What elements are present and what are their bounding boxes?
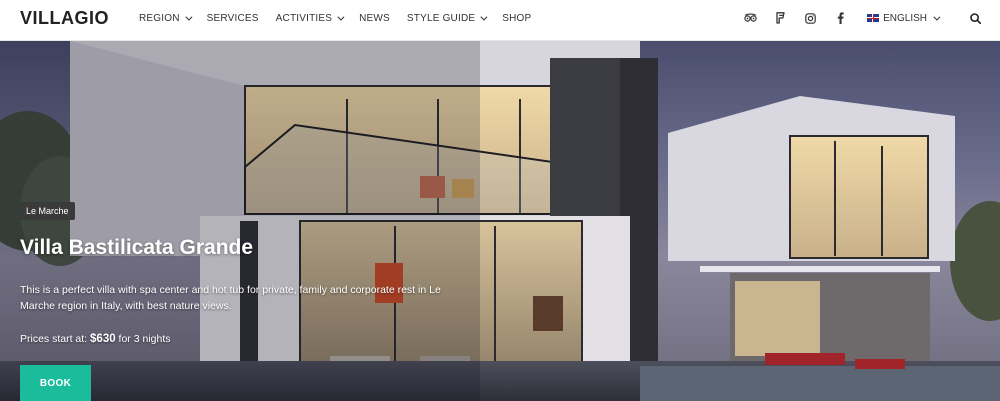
language-label: ENGLISH [883,12,927,24]
menu-item-news[interactable]: NEWS [359,13,390,24]
chevron-down-icon [185,13,193,21]
nav-right-tools: ENGLISH [743,11,982,25]
villa-background-image [0,41,1000,401]
menu-item-region[interactable]: REGION [139,13,193,24]
menu-item-label: SHOP [502,13,532,24]
menu-item-label: REGION [139,13,180,24]
foursquare-icon[interactable] [773,11,787,25]
menu-item-label: ACTIVITIES [275,13,333,24]
top-navbar: VILLAGIO REGION SERVICES ACTIVITIES NEWS… [0,0,1000,41]
main-menu: REGION SERVICES ACTIVITIES NEWS STYLE GU… [139,13,548,24]
instagram-icon[interactable] [803,11,817,25]
menu-item-style-guide[interactable]: STYLE GUIDE [406,13,488,24]
price-suffix: for 3 nights [118,333,171,345]
facebook-icon[interactable] [833,11,847,25]
villa-description: This is a perfect villa with spa center … [20,284,441,312]
search-icon[interactable] [968,11,982,25]
price-label: Prices start at: [20,333,88,345]
price-line: Prices start at: $630 for 3 nights [20,333,171,345]
hero-banner: Le Marche Villa Bastilicata Grande This … [0,41,1000,401]
menu-item-label: NEWS [359,13,390,24]
price-value: $630 [90,333,116,345]
site-logo[interactable]: VILLAGIO [20,8,109,29]
menu-item-activities[interactable]: ACTIVITIES [275,13,345,24]
villa-title: Villa Bastilicata Grande [20,236,254,259]
uk-flag-icon [867,14,880,22]
menu-item-label: STYLE GUIDE [406,13,476,24]
region-tag[interactable]: Le Marche [20,202,75,220]
tripadvisor-icon[interactable] [743,11,757,25]
book-button[interactable]: BOOK [20,365,91,401]
menu-item-services[interactable]: SERVICES [207,13,259,24]
chevron-down-icon [337,13,345,21]
menu-item-shop[interactable]: SHOP [502,13,531,24]
language-selector[interactable]: ENGLISH [867,12,941,24]
chevron-down-icon [933,13,941,21]
menu-item-label: SERVICES [206,13,259,24]
chevron-down-icon [480,13,488,21]
